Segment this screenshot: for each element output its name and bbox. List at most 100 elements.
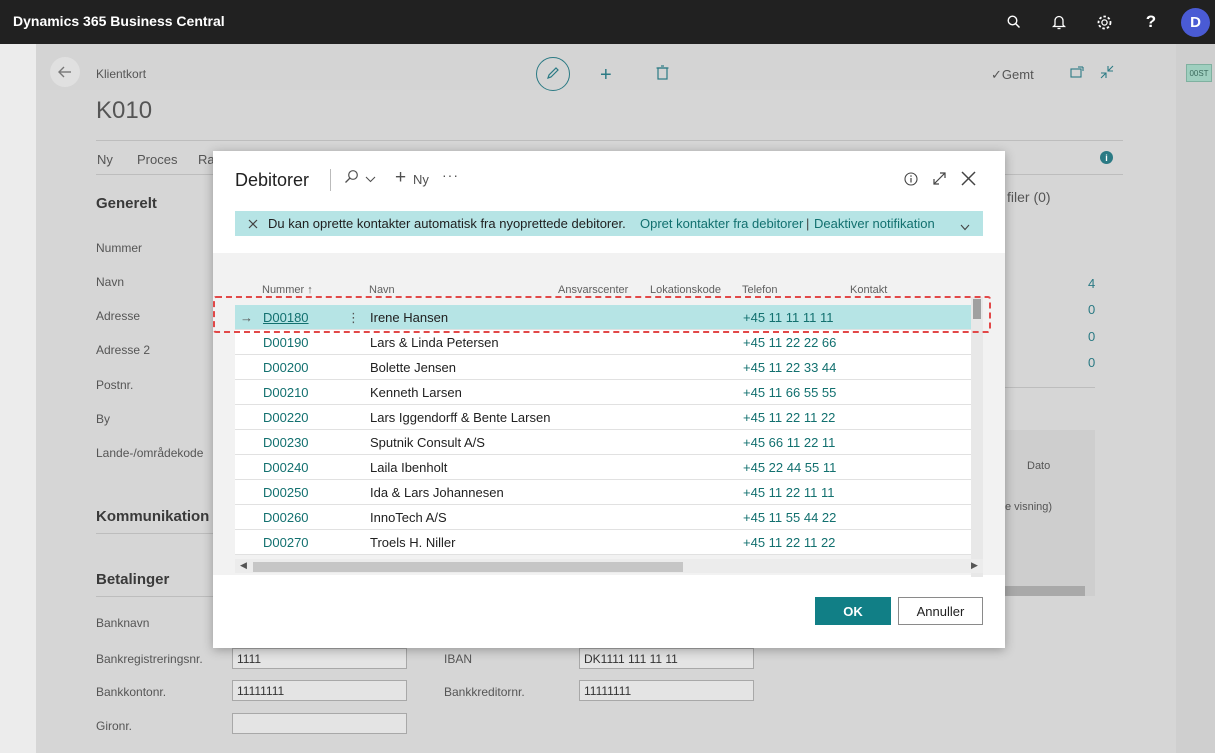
info-badge-icon[interactable]: i — [1100, 151, 1113, 164]
field-label-banknavn: Banknavn — [96, 616, 150, 630]
field-label-nummer: Nummer — [96, 241, 143, 255]
right-strip: 00ST — [1176, 44, 1215, 753]
table-row[interactable]: D00190 Lars & Linda Petersen +45 11 22 2… — [235, 330, 971, 355]
cell-telefon: +45 11 22 11 11 — [743, 485, 835, 500]
open-new-window-icon[interactable] — [1070, 66, 1084, 81]
chevron-down-icon[interactable] — [365, 170, 376, 186]
pencil-icon — [546, 66, 560, 83]
field-label-by: By — [96, 412, 111, 426]
info-icon[interactable] — [904, 170, 918, 191]
iban-field[interactable]: DK1111 111 11 11 — [579, 648, 754, 669]
create-contacts-link[interactable]: Opret kontakter fra debitorer — [640, 216, 803, 231]
vertical-scrollbar[interactable] — [971, 297, 983, 577]
check-icon: ✓ — [991, 67, 1002, 82]
cell-nummer[interactable]: D00210 — [263, 385, 309, 400]
cell-nummer[interactable]: D00250 — [263, 485, 309, 500]
cell-nummer[interactable]: D00200 — [263, 360, 309, 375]
avatar[interactable]: D — [1181, 8, 1210, 37]
delete-icon[interactable] — [656, 65, 669, 83]
sort-ascending-icon: ↑ — [307, 284, 313, 296]
section-kommunikation[interactable]: Kommunikation — [96, 508, 209, 525]
horizontal-scrollbar[interactable]: ◀ ▶ — [235, 559, 983, 573]
help-icon[interactable]: ? — [1140, 11, 1162, 33]
factbox-panel — [1005, 430, 1095, 596]
search-icon[interactable] — [344, 169, 359, 187]
collapse-icon[interactable] — [1100, 65, 1114, 82]
cell-telefon: +45 11 22 33 44 — [743, 360, 837, 375]
back-button[interactable] — [50, 57, 80, 87]
bankreg-field[interactable]: 1111 — [232, 648, 407, 669]
top-bar: Dynamics 365 Business Central ? D — [0, 0, 1215, 44]
bankkonto-field[interactable]: 11111111 — [232, 680, 407, 701]
cell-telefon: +45 11 55 44 22 — [743, 510, 837, 525]
new-button-label[interactable]: Ny — [413, 172, 429, 187]
cell-nummer[interactable]: D00240 — [263, 460, 309, 475]
count-1[interactable]: 4 — [1088, 276, 1095, 291]
notification-message: Du kan oprette kontakter automatisk fra … — [268, 216, 626, 231]
scrollbar-thumb[interactable] — [253, 562, 683, 572]
title-separator — [330, 169, 331, 191]
table-row[interactable]: D00230 Sputnik Consult A/S +45 66 11 22 … — [235, 430, 971, 455]
table-row[interactable]: D00210 Kenneth Larsen +45 11 66 55 55 — [235, 380, 971, 405]
column-header-kontakt[interactable]: Kontakt — [850, 284, 887, 296]
field-label-adresse: Adresse — [96, 309, 141, 323]
column-header-ansvarscenter[interactable]: Ansvarscenter — [558, 284, 628, 296]
field-label-gironr: Gironr. — [96, 719, 133, 733]
table-row[interactable]: D00240 Laila Ibenholt +45 22 44 55 11 — [235, 455, 971, 480]
cell-navn: Kenneth Larsen — [370, 385, 462, 400]
count-3[interactable]: 0 — [1088, 329, 1095, 344]
field-label-iban: IBAN — [444, 652, 473, 666]
section-betalinger[interactable]: Betalinger — [96, 571, 169, 588]
disable-notification-link[interactable]: Deaktiver notifikation — [814, 216, 935, 231]
filer-label[interactable]: filer (0) — [1007, 189, 1051, 205]
search-icon[interactable] — [1003, 11, 1025, 33]
cell-nummer[interactable]: D00270 — [263, 535, 309, 550]
table-row[interactable]: D00260 InnoTech A/S +45 11 55 44 22 — [235, 505, 971, 530]
dialog-title: Debitorer — [235, 170, 310, 190]
scroll-left-icon[interactable]: ◀ — [240, 560, 247, 571]
table-row[interactable]: D00270 Troels H. Niller +45 11 22 11 22 — [235, 530, 971, 555]
cell-navn: Bolette Jensen — [370, 360, 457, 375]
edit-button[interactable] — [536, 57, 570, 91]
ok-button[interactable]: OK — [815, 597, 891, 625]
expand-icon[interactable] — [932, 170, 947, 191]
column-header-navn[interactable]: Navn — [369, 284, 395, 296]
count-4[interactable]: 0 — [1088, 355, 1095, 370]
table-row[interactable]: D00220 Lars Iggendorff & Bente Larsen +4… — [235, 405, 971, 430]
cell-navn: Sputnik Consult A/S — [370, 435, 485, 450]
column-header-telefon[interactable]: Telefon — [742, 284, 777, 296]
action-proces[interactable]: Proces — [137, 152, 177, 167]
cell-navn: InnoTech A/S — [370, 510, 447, 525]
column-header-nummer[interactable]: Nummer ↑ — [262, 284, 313, 296]
count-2[interactable]: 0 — [1088, 302, 1095, 317]
table-row[interactable]: D00250 Ida & Lars Johannesen +45 11 22 1… — [235, 480, 971, 505]
cell-nummer[interactable]: D00190 — [263, 335, 309, 350]
add-icon[interactable]: + — [600, 64, 612, 87]
record-title: K010 — [96, 97, 153, 124]
close-icon[interactable] — [961, 170, 976, 191]
section-generelt[interactable]: Generelt — [96, 195, 157, 212]
bell-icon[interactable] — [1048, 11, 1070, 33]
dismiss-notification-icon[interactable] — [248, 217, 258, 232]
chevron-down-icon[interactable] — [960, 219, 970, 234]
field-label-lande: Lande-/områdekode — [96, 446, 204, 460]
cell-navn: Lars & Linda Petersen — [370, 335, 499, 350]
table-row[interactable]: D00200 Bolette Jensen +45 11 22 33 44 — [235, 355, 971, 380]
field-label-bankkreditor: Bankkreditornr. — [444, 685, 525, 699]
field-label-postnr: Postnr. — [96, 378, 134, 392]
gironr-field[interactable] — [232, 713, 407, 734]
cell-nummer[interactable]: D00220 — [263, 410, 309, 425]
new-button[interactable]: + — [395, 167, 406, 189]
debitorer-dialog: Debitorer + Ny ··· Du kan oprette kontak… — [213, 151, 1005, 648]
divider — [96, 533, 216, 534]
cell-nummer[interactable]: D00260 — [263, 510, 309, 525]
factbox-scrollbar[interactable] — [1005, 586, 1085, 596]
action-ny[interactable]: Ny — [97, 152, 113, 167]
cell-nummer[interactable]: D00230 — [263, 435, 309, 450]
gear-icon[interactable] — [1093, 11, 1115, 33]
more-options-icon[interactable]: ··· — [442, 167, 459, 183]
cancel-button[interactable]: Annuller — [898, 597, 983, 625]
column-header-lokationskode[interactable]: Lokationskode — [650, 284, 721, 296]
bankkreditor-field[interactable]: 11111111 — [579, 680, 754, 701]
scroll-right-icon[interactable]: ▶ — [971, 560, 978, 571]
